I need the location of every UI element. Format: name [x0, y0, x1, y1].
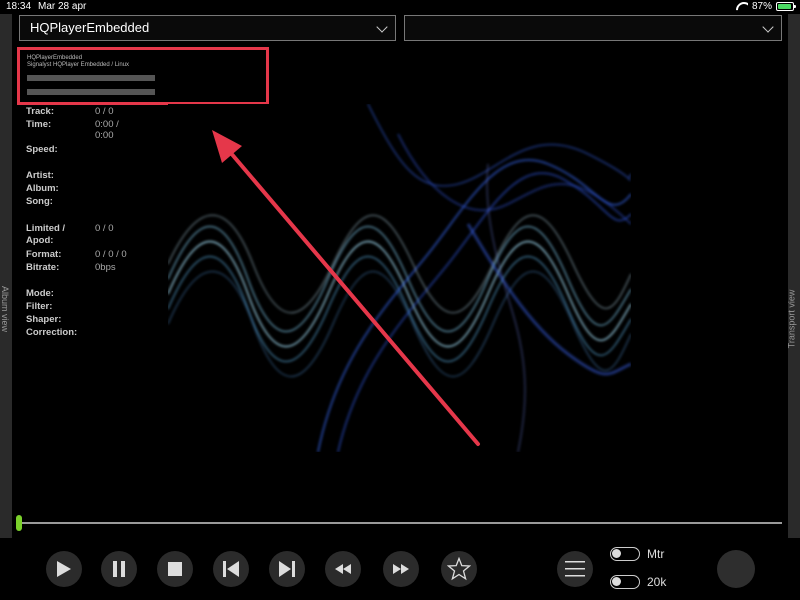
annotation-arrow	[212, 130, 480, 446]
